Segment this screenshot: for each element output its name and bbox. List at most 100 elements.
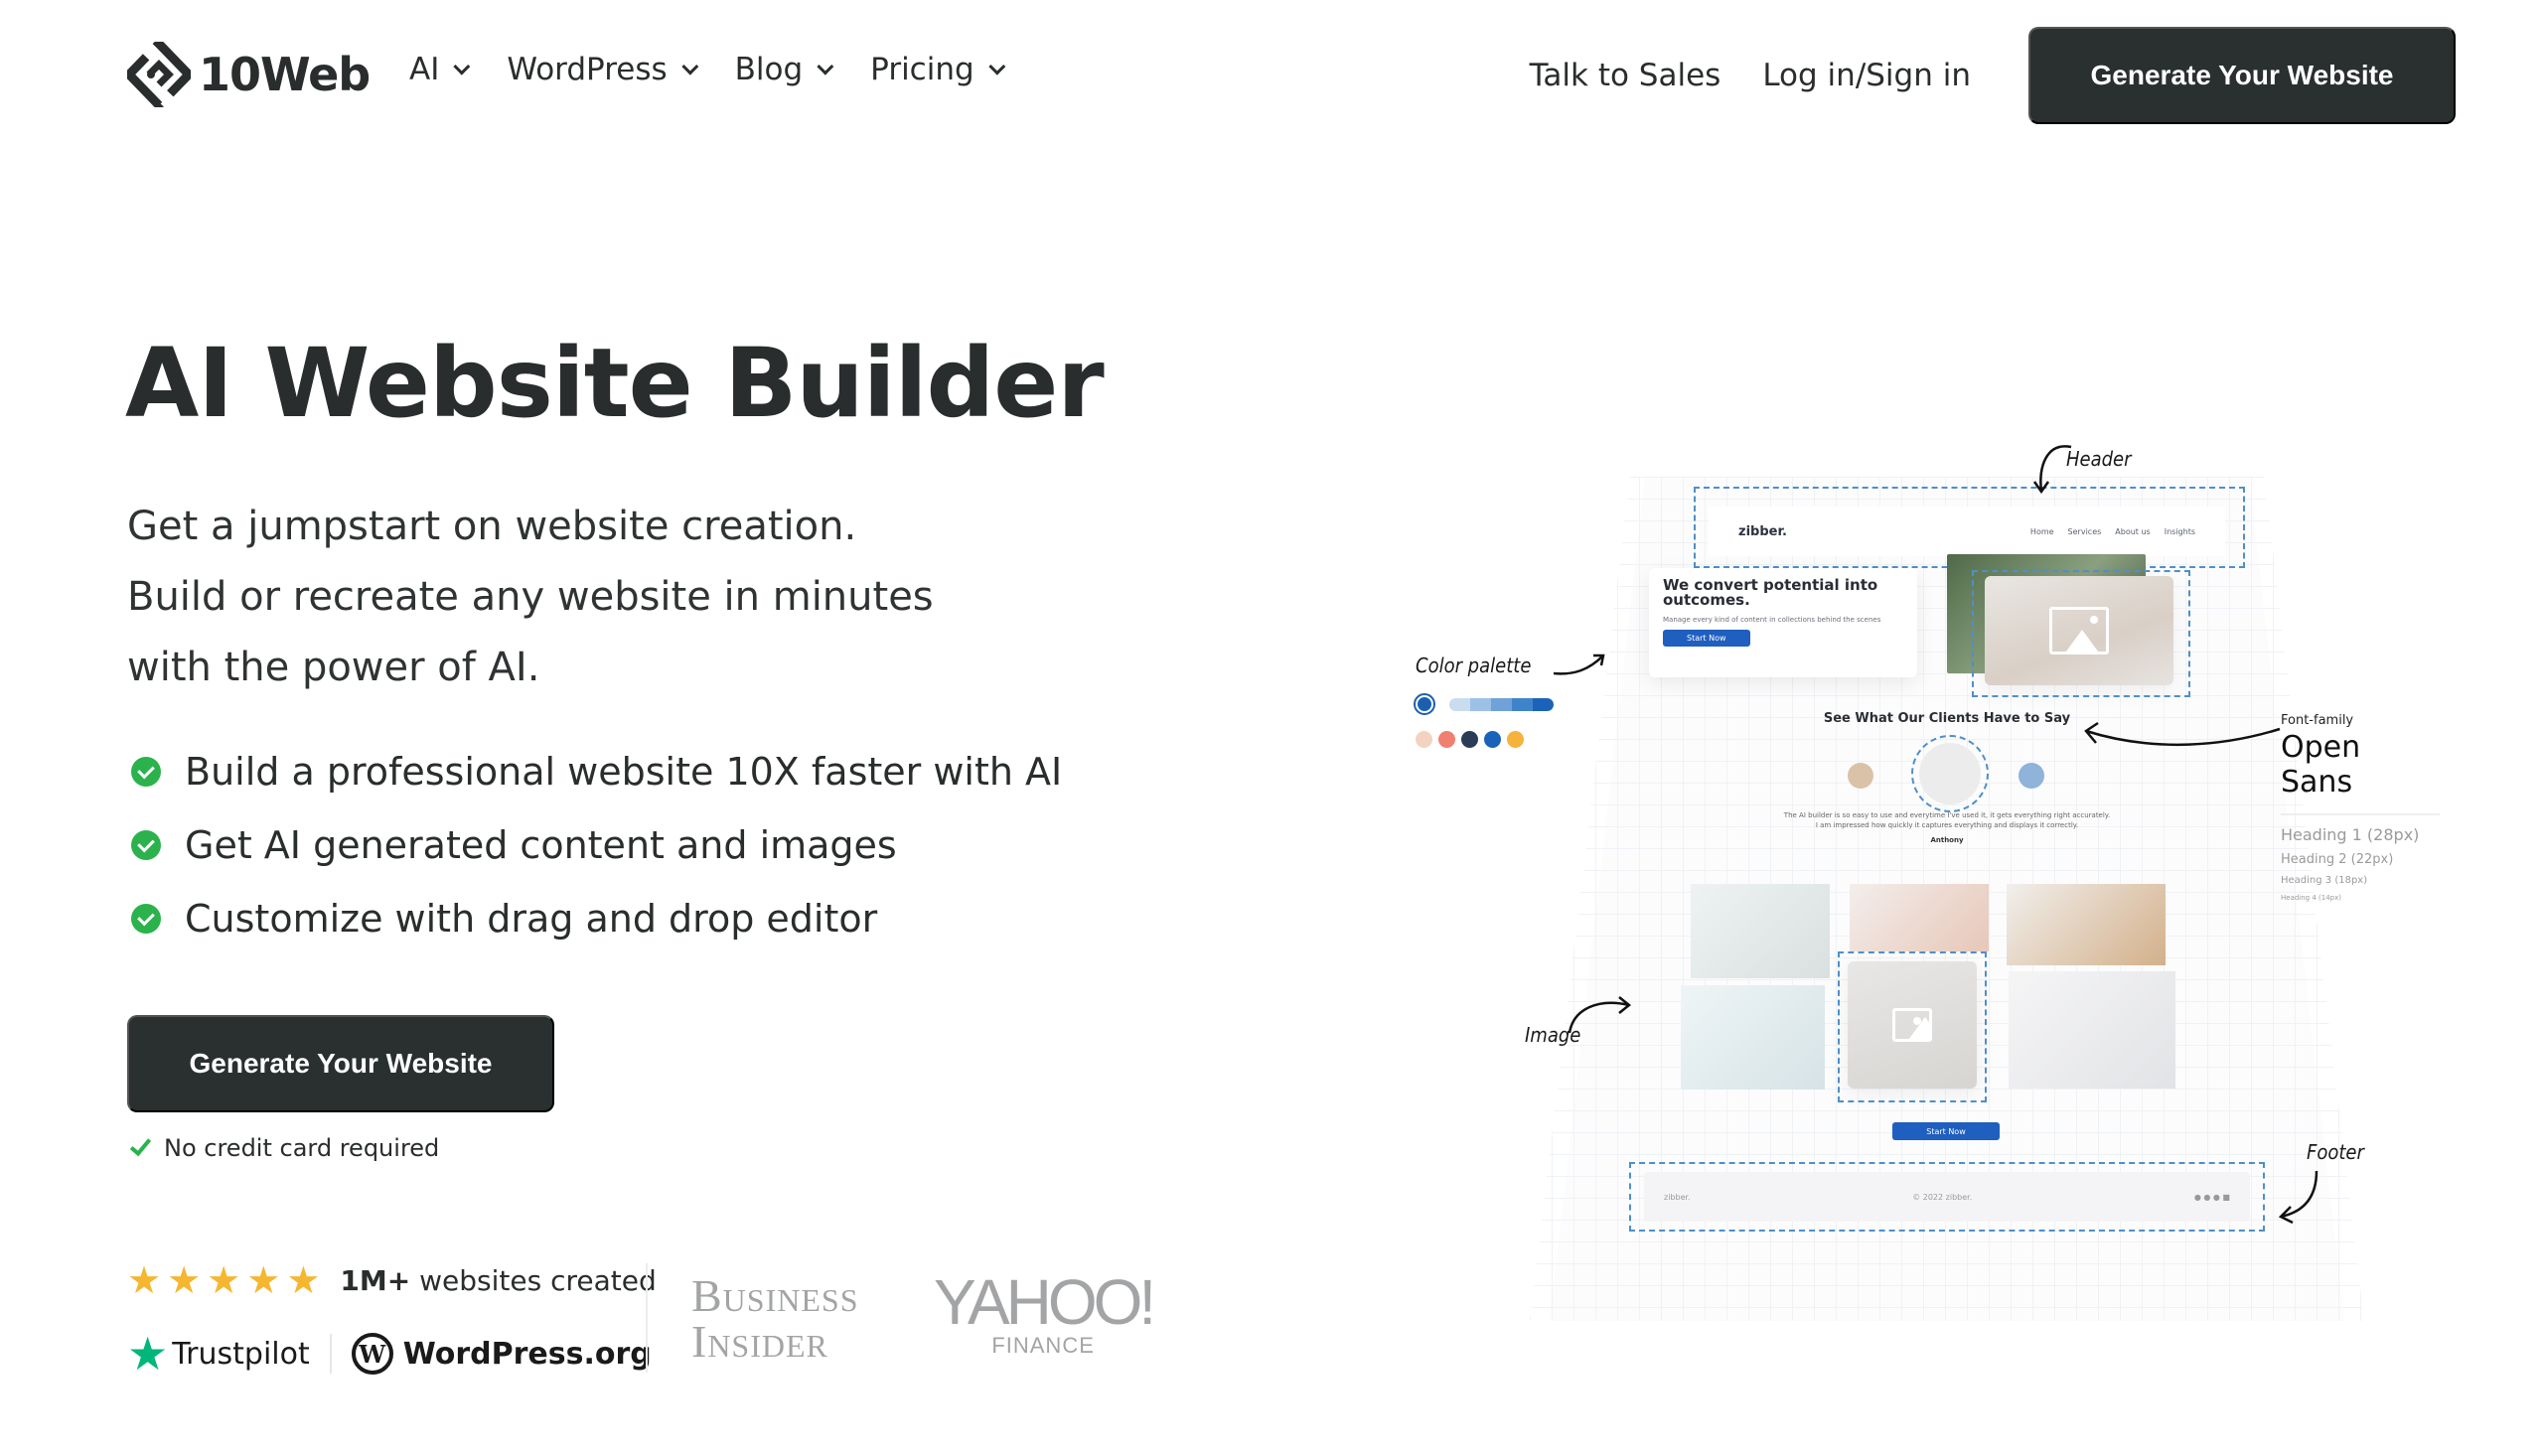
mockup-footer-copyright: © 2022 zibber. [1912,1192,1973,1202]
social-icons: ● ● ● ■ [2193,1192,2230,1202]
palette-gradient-step [1449,697,1470,711]
divider [646,1263,648,1373]
palette-swatches [1416,731,1554,748]
star-icon: ★ [167,1258,202,1302]
mockup-brand: zibber. [1738,523,1787,539]
top-navigation: 10Web AI WordPress Blog Pricing Talk to … [0,0,2543,149]
chevron-down-icon [453,58,471,75]
menu-item-label: WordPress [507,52,668,87]
font-family-name: Open Sans [2281,730,2440,815]
heading-sample: Heading 1 (28px) [2281,825,2420,844]
chevron-down-icon [988,58,1005,75]
trustpilot-logo: ★ Trustpilot [127,1331,310,1377]
palette-gradient-step [1512,697,1533,711]
rating-row: ★ ★ ★ ★ ★ 1M+ websites created [127,1261,657,1299]
trustpilot-star-icon: ★ [127,1327,169,1381]
gallery-image [1850,884,1989,951]
chevron-down-icon [680,58,698,75]
font-family-label: Font-family [2281,713,2354,728]
arrow-icon [1568,996,1632,1034]
websites-created-count: 1M+ websites created [340,1264,656,1297]
feature-list: Build a professional website 10X faster … [131,735,1062,955]
check-circle-icon [131,904,161,934]
color-swatch[interactable] [1461,731,1478,748]
mockup-hero-card: We convert potential into outcomes. Mana… [1649,568,1917,677]
website-mockup-illustration: zibber. Home Services About us Insights … [1530,477,2364,1321]
star-icon: ★ [286,1258,321,1302]
hero-subtitle: Get a jumpstart on website creation. Bui… [127,492,934,703]
feature-item: Build a professional website 10X faster … [131,735,1062,808]
annotation-footer: Footer [2307,1140,2364,1164]
mockup-footer-brand: zibber. [1664,1192,1691,1202]
heading-sample: Heading 3 (18px) [2281,875,2368,886]
mockup-nav-item: Home [2029,526,2054,536]
arrow-icon [1553,654,1605,675]
no-credit-card-text: No credit card required [164,1134,440,1162]
palette-gradient-step [1470,697,1491,711]
color-swatch[interactable] [1507,731,1524,748]
10web-logo-icon [127,42,191,107]
color-swatch[interactable] [1416,731,1432,748]
menu-item-label: Blog [734,52,804,87]
heading-sample: Heading 4 (14px) [2281,894,2341,902]
avatar [2019,763,2044,789]
color-swatch[interactable] [1484,731,1501,748]
mockup-quote: The AI builder is so easy to use and eve… [1530,810,2364,830]
palette-gradient [1449,697,1554,711]
palette-gradient-step [1533,697,1554,711]
count-text: websites created [410,1263,657,1297]
star-icon: ★ [207,1258,241,1302]
divider [329,1334,332,1374]
talk-to-sales-link[interactable]: Talk to Sales [1530,58,1721,93]
menu-item-label: AI [409,52,440,87]
login-link[interactable]: Log in/Sign in [1762,58,1971,93]
color-swatch[interactable] [1438,731,1455,748]
check-circle-icon [131,830,161,860]
quote-line: I am impressed how quickly it captures e… [1815,821,2079,829]
generate-website-button-hero[interactable]: Generate Your Website [127,1015,554,1112]
mockup-quote-author: Anthony [1930,836,1964,844]
wordpress-org-logo: W WordPress.org [351,1333,652,1375]
feature-text: Customize with drag and drop editor [185,897,878,941]
mockup-site-header: zibber. Home Services About us Insights [1709,507,2225,556]
mockup-nav-item: Insights [2164,526,2195,536]
logo-text: 10Web [199,48,371,101]
star-icon: ★ [246,1258,281,1302]
yahoo-finance-logo: YAHOO! FINANCE [934,1266,1156,1359]
mockup-nav-item: Services [2067,526,2102,536]
gallery-image [2007,884,2166,965]
palette-primary-row[interactable] [1414,693,1554,715]
arrow-icon [2278,1170,2319,1225]
page-title: AI Website Builder [125,328,1105,439]
avatar [1848,763,1873,789]
count-bold: 1M+ [340,1263,411,1297]
menu-item-wordpress[interactable]: WordPress [507,52,698,87]
mockup-nav: Home Services About us Insights [2030,527,2195,536]
mockup-nav-item: About us [2115,526,2151,536]
yahoo-main-text: YAHOO! [934,1266,1156,1338]
chevron-down-icon [817,58,834,75]
feature-text: Get AI generated content and images [185,823,897,867]
business-insider-logo: Business Insider [691,1273,859,1365]
star-rating: ★ ★ ★ ★ ★ [127,1261,320,1299]
subtitle-line: with the power of AI. [127,645,540,690]
color-palette [1414,693,1554,748]
avatar-placeholder [1911,735,1989,812]
image-selection-outline [1972,570,2190,697]
menu-item-ai[interactable]: AI [409,52,471,87]
logo-link[interactable]: 10Web [127,42,371,107]
star-icon: ★ [127,1258,162,1302]
menu-item-pricing[interactable]: Pricing [870,52,1005,87]
checkmark-icon [129,1133,152,1157]
image-selection-outline [1838,951,1987,1102]
mockup-hero-desc: Manage every kind of content in collecti… [1663,616,1881,624]
quote-line: The AI builder is so easy to use and eve… [1783,811,2111,819]
mockup-site-footer: zibber. © 2022 zibber. ● ● ● ■ [1644,1172,2250,1222]
menu-item-label: Pricing [870,52,974,87]
mockup-hero-title: We convert potential into outcomes. [1663,576,1878,609]
main-menu: AI WordPress Blog Pricing [409,52,1005,87]
menu-item-blog[interactable]: Blog [734,52,834,87]
generate-website-button-header[interactable]: Generate Your Website [2028,27,2456,124]
feature-item: Customize with drag and drop editor [131,882,1062,955]
wordpress-icon: W [351,1333,393,1375]
